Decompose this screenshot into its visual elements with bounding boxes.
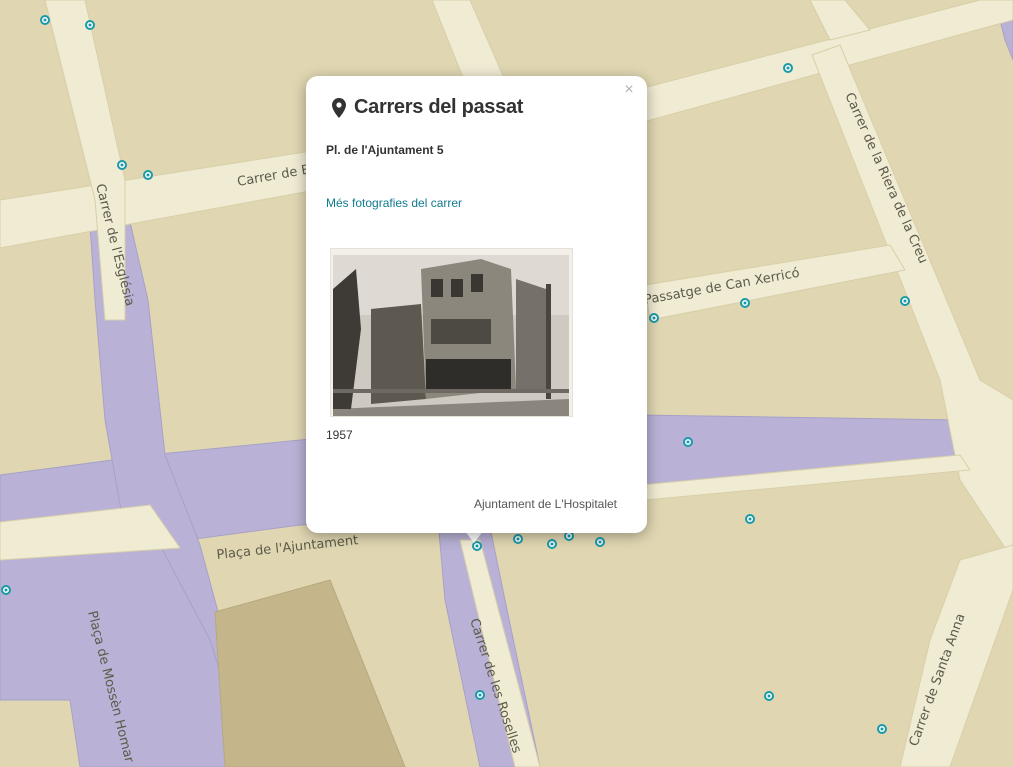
photo-marker-dot bbox=[4, 588, 8, 592]
photo-marker-dot bbox=[743, 301, 747, 305]
info-popup: × Carrers del passat Pl. de l'Ajuntament… bbox=[306, 76, 647, 533]
map-marker-icon bbox=[332, 97, 346, 118]
photo-marker-dot bbox=[478, 693, 482, 697]
photo-marker-dot bbox=[88, 23, 92, 27]
popup-header: Carrers del passat bbox=[332, 96, 523, 119]
photo-marker-dot bbox=[880, 727, 884, 731]
close-icon[interactable]: × bbox=[621, 82, 637, 98]
photo-marker-dot bbox=[748, 517, 752, 521]
photo-marker-dot bbox=[120, 163, 124, 167]
photo-year: 1957 bbox=[326, 428, 353, 442]
photo-marker-dot bbox=[903, 299, 907, 303]
photo-marker-dot bbox=[767, 694, 771, 698]
photo-marker-dot bbox=[686, 440, 690, 444]
photo-marker-dot bbox=[567, 534, 571, 538]
photo-marker-dot bbox=[43, 18, 47, 22]
photo-marker-dot bbox=[146, 173, 150, 177]
more-photos-link[interactable]: Més fotografies del carrer bbox=[326, 196, 462, 210]
photo-credit: Ajuntament de L'Hospitalet bbox=[473, 497, 617, 511]
street-address: Pl. de l'Ajuntament 5 bbox=[326, 143, 444, 157]
photo-marker-dot bbox=[598, 540, 602, 544]
historic-photo[interactable] bbox=[330, 248, 573, 417]
photo-marker-dot bbox=[786, 66, 790, 70]
photo-marker-dot bbox=[652, 316, 656, 320]
photo-marker-dot bbox=[550, 542, 554, 546]
photo-marker-dot bbox=[475, 544, 479, 548]
photo-marker-dot bbox=[516, 537, 520, 541]
popup-title: Carrers del passat bbox=[354, 96, 524, 118]
